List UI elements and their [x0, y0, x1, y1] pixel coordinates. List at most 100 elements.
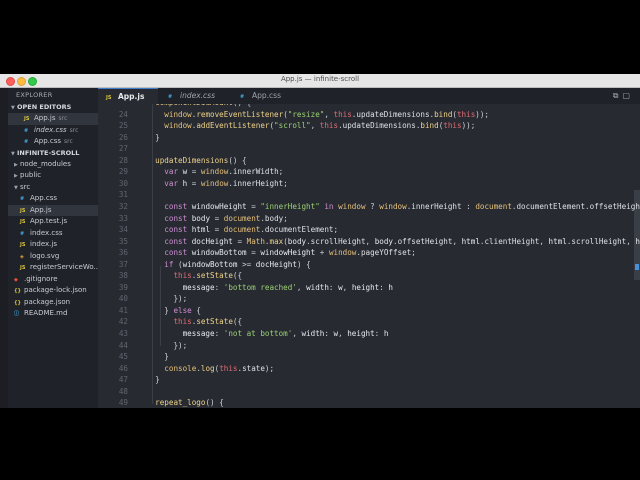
line-number: 38: [118, 271, 128, 281]
js-file-icon: JS: [20, 265, 26, 271]
code-line[interactable]: window.addEventListener("scroll", this.u…: [146, 121, 475, 130]
line-number: 44: [118, 340, 128, 350]
js-file-icon: JS: [20, 219, 26, 225]
line-number: 49: [118, 398, 128, 408]
code-line[interactable]: message: 'not at bottom', width: w, heig…: [146, 329, 389, 338]
file-name: logo.svg: [30, 251, 60, 260]
open-editor-item[interactable]: # index.css src: [8, 125, 98, 137]
window-title: App.js — infinite-scroll: [280, 75, 360, 83]
code-line[interactable]: const body = document.body;: [146, 214, 288, 223]
json-file-icon: {}: [14, 288, 22, 294]
file-name: index.css: [30, 228, 63, 237]
css-file-icon: #: [20, 196, 25, 202]
code-line[interactable]: componentDidMount() {: [146, 104, 251, 107]
line-number: 42: [118, 317, 128, 327]
folder-hint: src: [69, 126, 79, 134]
code-line[interactable]: repeat_logo() {: [146, 398, 224, 407]
code-line[interactable]: const html = document.documentElement;: [146, 225, 338, 234]
tab-bar: JS App.js # index.css # App.css ⧉▢: [98, 88, 640, 105]
line-number: 29: [118, 167, 128, 177]
editor-area: JSApp.js # index.css # App.css ⧉▢ componen…: [98, 88, 640, 408]
svg-file-icon: ◈: [20, 253, 24, 260]
folder-name: public: [20, 171, 42, 179]
line-number: 33: [118, 213, 128, 223]
file-item[interactable]: JS App.test.js: [8, 216, 98, 228]
code-line[interactable]: });: [146, 341, 187, 350]
file-name: registerServiceWo...: [30, 263, 98, 271]
file-item[interactable]: {} package-lock.json: [8, 285, 98, 297]
line-number: 47: [118, 375, 128, 385]
css-file-icon: #: [20, 230, 25, 237]
css-file-icon: #: [168, 94, 173, 100]
css-file-icon: #: [24, 139, 29, 145]
code-line[interactable]: updateDimensions() {: [146, 156, 246, 165]
more-actions-icon[interactable]: ▢: [622, 91, 634, 100]
file-item[interactable]: ◆ .gitignore: [8, 274, 98, 286]
line-number: 48: [118, 386, 128, 396]
code-line[interactable]: }: [146, 375, 160, 384]
tab-label: App.js: [118, 92, 145, 101]
css-file-icon: #: [240, 94, 245, 100]
file-item[interactable]: ◈ logo.svg: [8, 251, 98, 263]
file-item[interactable]: JS registerServiceWo...: [8, 262, 98, 274]
tab-index-css[interactable]: # index.css: [160, 88, 232, 104]
code-line[interactable]: const docHeight = Math.max(body.scrollHe…: [146, 237, 640, 246]
line-number: 34: [118, 225, 128, 235]
tab-label: index.css: [180, 91, 215, 100]
md-file-icon: ⓘ: [14, 311, 20, 317]
folder-item[interactable]: ▶ public: [8, 170, 98, 182]
folder-item[interactable]: ▼ src: [8, 182, 98, 194]
project-section[interactable]: ▼ INFINITE-SCROLL: [8, 148, 98, 159]
line-number: 40: [118, 294, 128, 304]
tab-app-js[interactable]: JS App.js: [98, 88, 158, 105]
file-item[interactable]: # index.css: [8, 228, 98, 240]
code-line[interactable]: var h = window.innerHeight;: [146, 179, 288, 188]
code-line[interactable]: const windowBottom = windowHeight + wind…: [146, 248, 416, 257]
git-file-icon: ◆: [14, 276, 18, 283]
css-file-icon: #: [24, 127, 29, 134]
file-name: App.js: [34, 114, 56, 122]
file-item[interactable]: JS index.js: [8, 239, 98, 251]
file-name: package.json: [24, 297, 71, 306]
code-line[interactable]: if (windowBottom >= docHeight) {: [146, 260, 310, 269]
line-number: 28: [118, 155, 128, 165]
open-editor-item[interactable]: JS App.js src: [8, 113, 98, 125]
file-item[interactable]: {} package.json: [8, 297, 98, 309]
open-editors-section[interactable]: ▼ OPEN EDITORS: [8, 102, 98, 113]
code-line[interactable]: var w = window.innerWidth;: [146, 167, 283, 176]
scroll-position-marker: [635, 264, 639, 270]
line-number: 41: [118, 305, 128, 315]
code-line[interactable]: } else {: [146, 306, 201, 315]
file-item[interactable]: ⓘ README.md: [8, 308, 98, 320]
code-line[interactable]: }: [146, 352, 169, 361]
open-editors-label: OPEN EDITORS: [17, 103, 72, 111]
file-name: App.css: [30, 194, 58, 202]
line-number: 31: [118, 190, 128, 200]
file-name: README.md: [24, 309, 68, 317]
open-editors-list: JS App.js src # index.css src # App.css src: [8, 113, 98, 148]
file-name: App.js: [30, 205, 52, 214]
code-line[interactable]: });: [146, 294, 187, 303]
js-file-icon: JS: [20, 242, 26, 248]
code-editor[interactable]: componentDidMount() {24 window.removeEve…: [98, 104, 640, 408]
code-line[interactable]: window.removeEventListener("resize", thi…: [146, 110, 489, 119]
folder-item[interactable]: ▶ node_modules: [8, 159, 98, 171]
line-number: 36: [118, 248, 128, 258]
code-line[interactable]: this.setState({: [146, 317, 242, 326]
file-item[interactable]: JS App.js: [8, 204, 98, 216]
folder-hint: src: [64, 138, 73, 145]
project-label: INFINITE-SCROLL: [17, 148, 80, 157]
tab-app-css[interactable]: # App.css: [232, 88, 300, 104]
open-editor-item[interactable]: # App.css src: [8, 136, 98, 148]
code-line[interactable]: console.log(this.state);: [146, 364, 274, 373]
code-line[interactable]: }: [146, 133, 160, 142]
line-number: 35: [118, 236, 128, 246]
code-line[interactable]: message: 'bottom reached', width: w, hei…: [146, 283, 393, 292]
split-editor-icon[interactable]: ⧉: [613, 91, 623, 100]
code-line[interactable]: this.setState({: [146, 271, 242, 280]
line-number: 26: [118, 132, 128, 142]
json-file-icon: {}: [14, 299, 22, 306]
file-item[interactable]: # App.css: [8, 193, 98, 205]
line-number: 30: [118, 178, 128, 188]
code-line[interactable]: const windowHeight = "innerHeight" in wi…: [146, 202, 640, 211]
